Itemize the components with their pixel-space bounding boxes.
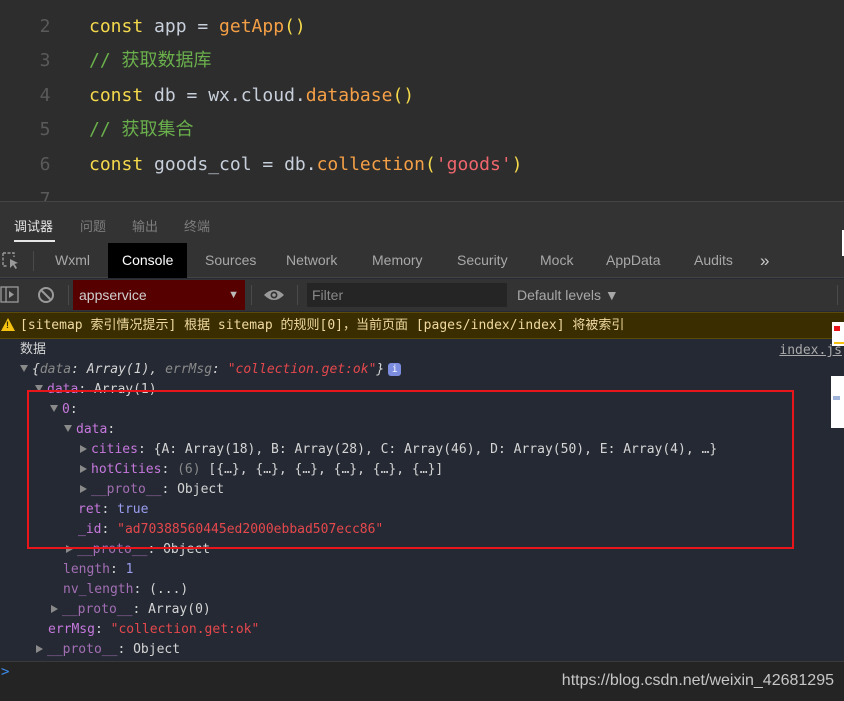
expand-icon[interactable]: [64, 425, 72, 432]
tree-node-errmsg: errMsg: "collection.get:ok": [48, 622, 260, 637]
tree-node-proto[interactable]: __proto__: Object: [80, 480, 224, 500]
console-output: 数据 index.js {data: Array(1), errMsg: "co…: [0, 340, 844, 661]
tree-node-nv-length[interactable]: nv_length: (...): [63, 580, 188, 600]
inspect-element-icon[interactable]: [2, 252, 20, 270]
tab-network[interactable]: Network: [286, 243, 337, 278]
code-token: 'goods': [435, 154, 512, 175]
tree-node-array-proto[interactable]: __proto__: Array(0): [51, 600, 211, 620]
sidebar-toggle-icon[interactable]: [0, 286, 20, 308]
tree-node-length: length: 1: [63, 562, 134, 577]
tab-appdata[interactable]: AppData: [606, 243, 660, 278]
tab-console[interactable]: Console: [108, 243, 188, 278]
code-token: getApp: [219, 16, 285, 37]
collapse-icon[interactable]: [80, 465, 87, 473]
code-text: // 获取集合: [89, 113, 194, 147]
clear-console-icon[interactable]: [37, 286, 55, 308]
tree-node-hotcities[interactable]: hotCities: (6) [{…}, {…}, {…}, {…}, {…},…: [80, 460, 443, 480]
expand-icon[interactable]: [35, 385, 43, 392]
line-number: 7: [39, 189, 51, 201]
thumbnail-fragment: [831, 376, 844, 428]
tab-sources[interactable]: Sources: [205, 243, 256, 278]
more-tabs-icon[interactable]: »: [760, 243, 769, 278]
eye-icon[interactable]: [263, 287, 285, 306]
code-text: const goods_col = db.collection('goods'): [89, 148, 523, 182]
collapse-icon[interactable]: [51, 605, 58, 613]
line-number: 3: [39, 50, 51, 71]
code-token: // 获取数据库: [89, 50, 212, 71]
tree-node-id: _id: "ad70388560445ed2000ebbad507ecc86": [78, 522, 384, 537]
divider: [251, 285, 252, 305]
tree-node-proto[interactable]: __proto__: Object: [66, 540, 210, 560]
collapse-icon[interactable]: [66, 545, 73, 553]
tab-memory[interactable]: Memory: [372, 243, 423, 278]
code-token: (: [424, 154, 436, 175]
tree-node-inner-data[interactable]: data:: [64, 420, 115, 440]
context-select-value: appservice: [79, 287, 147, 303]
tab-mock[interactable]: Mock: [540, 243, 573, 278]
filter-input[interactable]: [307, 283, 507, 307]
code-token: (): [392, 85, 415, 106]
tree-node-index-0[interactable]: 0:: [50, 400, 78, 420]
active-tab-indicator: [14, 240, 55, 242]
chevron-down-icon: ▼: [228, 289, 239, 301]
info-icon[interactable]: i: [388, 363, 402, 376]
warning-icon: [1, 318, 15, 331]
console-prompt[interactable]: > https://blog.csdn.net/weixin_42681295: [0, 661, 844, 701]
collapse-icon[interactable]: [80, 485, 87, 493]
thumbnail-fragment: [832, 322, 844, 346]
tab-terminal[interactable]: 终端: [184, 216, 210, 235]
code-token: (): [284, 16, 306, 37]
context-select[interactable]: appservice ▼: [73, 280, 245, 310]
code-text: const db = wx.cloud.database(): [89, 79, 414, 113]
expand-icon[interactable]: [50, 405, 58, 412]
line-number: 6: [39, 154, 51, 175]
code-editor[interactable]: 2 const app = getApp() 3// 获取数据库 4 const db …: [0, 0, 844, 201]
tab-wxml[interactable]: Wxml: [55, 243, 90, 278]
log-levels-dropdown[interactable]: Default levels ▼: [517, 279, 619, 311]
collapse-icon[interactable]: [36, 645, 43, 653]
code-token: database: [305, 85, 393, 106]
divider: [33, 251, 34, 271]
code-token: app =: [143, 16, 220, 37]
watermark: https://blog.csdn.net/weixin_42681295: [561, 672, 834, 689]
log-label: 数据: [20, 342, 47, 357]
divider: [297, 285, 298, 305]
code-token: goods_col = db.: [143, 154, 317, 175]
tab-security[interactable]: Security: [457, 243, 508, 278]
code-token: const: [89, 154, 144, 175]
code-text: const app = getApp(): [89, 10, 306, 44]
object-summary[interactable]: {data: Array(1), errMsg: "collection.get…: [20, 360, 402, 380]
line-number: 4: [39, 85, 51, 106]
code-token: ): [511, 154, 523, 175]
tab-audits[interactable]: Audits: [694, 243, 733, 278]
code-text: // 获取数据库: [89, 44, 212, 78]
tab-output[interactable]: 输出: [132, 216, 158, 235]
code-token: db = wx.cloud.: [143, 85, 306, 106]
devtools-tab-bar: Wxml Console Sources Network Memory Secu…: [0, 243, 844, 278]
code-token: const: [89, 85, 144, 106]
expand-icon[interactable]: [20, 365, 28, 372]
divider: [68, 285, 69, 305]
warning-text: [sitemap 索引情况提示] 根据 sitemap 的规则[0]，当前页面 …: [20, 318, 625, 333]
tree-node-data[interactable]: data: Array(1): [35, 380, 157, 400]
tree-node-root-proto[interactable]: __proto__: Object: [36, 640, 180, 660]
code-token: // 获取集合: [89, 119, 194, 140]
tree-node-cities[interactable]: cities: {A: Array(18), B: Array(28), C: …: [80, 440, 717, 460]
collapse-icon[interactable]: [80, 445, 87, 453]
console-toolbar: appservice ▼ Default levels ▼: [0, 279, 844, 311]
code-token: collection: [316, 154, 425, 175]
divider: [837, 285, 838, 305]
tab-debugger[interactable]: 调试器: [14, 216, 53, 235]
prompt-chevron-icon: >: [1, 664, 10, 680]
tab-problems[interactable]: 问题: [80, 216, 106, 235]
panel-tab-bar: 调试器 问题 输出 终端: [0, 201, 844, 243]
code-token: const: [89, 16, 144, 37]
sitemap-warning-message: [sitemap 索引情况提示] 根据 sitemap 的规则[0]，当前页面 …: [0, 312, 844, 339]
line-number: 2: [39, 16, 51, 37]
line-number: 5: [39, 119, 51, 140]
tree-node-ret: ret: true: [78, 502, 149, 517]
